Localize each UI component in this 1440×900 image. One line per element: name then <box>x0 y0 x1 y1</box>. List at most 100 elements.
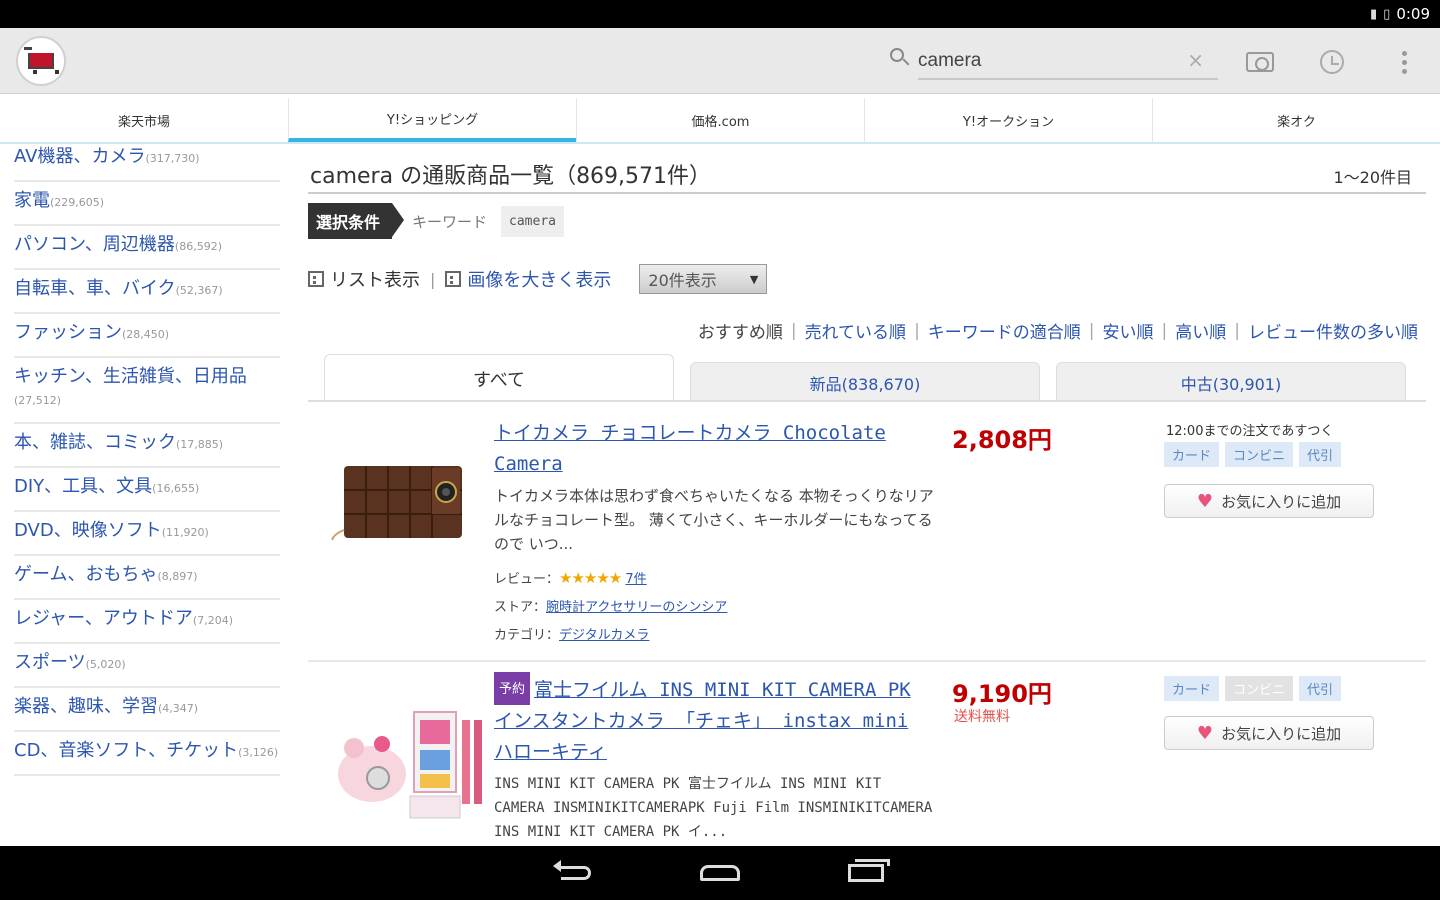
category-item[interactable]: パソコン、周辺機器(86,592) <box>14 226 280 270</box>
tab-all[interactable]: すべて <box>324 354 674 402</box>
tab-yahoo-auction[interactable]: Y!オークション <box>864 98 1152 142</box>
category-item[interactable]: DIY、工具、文具(16,655) <box>14 468 280 512</box>
page-title: camera の通販商品一覧（869,571件） <box>310 164 712 189</box>
product-category: カテゴリ：デジタルカメラ <box>494 628 650 643</box>
heart-icon: ♥ <box>1196 722 1214 744</box>
product-image[interactable] <box>326 422 486 592</box>
product-description: INS MINI KIT CAMERA PK 富士フイルム INS MINI K… <box>494 776 933 840</box>
star-rating-icon: ★★★★★ <box>559 569 622 587</box>
keyword-chip[interactable]: camera <box>501 205 564 237</box>
preorder-badge: 予約 <box>494 672 531 705</box>
recent-apps-button[interactable] <box>836 858 896 888</box>
sort-price-high[interactable]: 高い順 <box>1175 318 1226 343</box>
result-range: 1〜20件目 <box>1333 168 1412 187</box>
product-title-link[interactable]: 予約 富士フイルム INS MINI KIT CAMERA PK インスタントカメ… <box>494 672 934 768</box>
recent-apps-icon <box>848 859 890 882</box>
tab-new[interactable]: 新品(838,670) <box>690 362 1040 402</box>
camera-icon <box>1246 52 1274 72</box>
divider <box>308 400 1426 402</box>
shop-tabs: 楽天市場 Y!ショッピング 価格.com Y!オークション 楽オク <box>0 94 1440 144</box>
home-button[interactable] <box>690 858 750 888</box>
add-to-favorites-button[interactable]: ♥ お気に入りに追加 <box>1164 484 1374 518</box>
category-item[interactable]: 楽器、趣味、学習(4,347) <box>14 688 280 732</box>
category-item[interactable]: DVD、映像ソフト(11,920) <box>14 512 280 556</box>
store-link[interactable]: 腕時計アクセサリーのシンシア <box>546 600 727 615</box>
camera-search-button[interactable] <box>1240 42 1280 82</box>
product-title-link[interactable]: トイカメラ チョコレートカメラ Chocolate Camera <box>494 418 934 480</box>
sort-best-selling[interactable]: 売れている順 <box>805 318 907 343</box>
category-item[interactable]: AV機器、カメラ(317,730) <box>14 146 280 182</box>
list-view-icon <box>308 271 324 287</box>
search-underline <box>918 78 1218 80</box>
items-per-page-select[interactable]: 20件表示 ▼ <box>639 264 768 294</box>
product-price: 2,808円 <box>952 426 1052 454</box>
battery-icon: ▯ <box>1383 6 1391 22</box>
clear-icon[interactable]: × <box>1187 48 1204 72</box>
delivery-note: 12:00までの注文であすつく <box>1166 424 1334 439</box>
product-image[interactable] <box>326 676 486 846</box>
category-item[interactable]: ファッション(28,450) <box>14 314 280 358</box>
keyword-label: キーワード <box>412 212 488 231</box>
payment-convenience-badge: コンビニ <box>1225 442 1294 467</box>
product-row: トイカメラ チョコレートカメラ Chocolate Camera 2,808円 … <box>308 412 1426 662</box>
add-to-favorites-button[interactable]: ♥ お気に入りに追加 <box>1164 716 1374 750</box>
free-shipping-label: 送料無料 <box>954 709 1010 725</box>
product-store: ストア：腕時計アクセサリーのシンシア <box>494 600 728 615</box>
tab-rakuten[interactable]: 楽天市場 <box>0 98 288 142</box>
category-item[interactable]: ゲーム、おもちゃ(8,897) <box>14 556 280 600</box>
payment-card-badge: カード <box>1164 676 1220 701</box>
clock-icon <box>1320 50 1344 74</box>
results-header: camera の通販商品一覧（869,571件） 1〜20件目 <box>308 156 1426 194</box>
home-icon <box>700 865 740 881</box>
conditions-tag: 選択条件 <box>308 203 405 239</box>
category-item[interactable]: 本、雑誌、コミック(17,885) <box>14 424 280 468</box>
large-image-view-link[interactable]: 画像を大きく表示 <box>467 266 611 292</box>
payment-cod-badge: 代引 <box>1299 676 1342 701</box>
grid-view-icon <box>445 271 462 287</box>
list-view-option[interactable]: リスト表示 <box>330 266 420 292</box>
category-item[interactable]: キッチン、生活雑貨、日用品(27,512) <box>14 358 280 424</box>
category-sidebar: AV機器、カメラ(317,730) 家電(229,605) パソコン、周辺機器(… <box>0 146 290 846</box>
heart-icon: ♥ <box>1196 490 1214 512</box>
sort-price-low[interactable]: 安い順 <box>1103 318 1154 343</box>
system-nav-bar <box>0 846 1440 900</box>
signal-icon: ▮ <box>1370 6 1378 22</box>
search-icon <box>890 48 912 70</box>
payment-convenience-badge: コンビニ <box>1225 676 1294 701</box>
view-separator: | <box>430 269 436 289</box>
tab-used[interactable]: 中古(30,901) <box>1056 362 1406 402</box>
tab-yahoo-shopping[interactable]: Y!ショッピング <box>288 98 576 142</box>
payment-cod-badge: 代引 <box>1299 442 1342 467</box>
back-icon <box>553 860 591 880</box>
payment-card-badge: カード <box>1164 442 1220 467</box>
search-input[interactable] <box>918 46 1178 76</box>
history-button[interactable] <box>1312 42 1352 82</box>
category-item[interactable]: 自転車、車、バイク(52,367) <box>14 270 280 314</box>
sort-review-count[interactable]: レビュー件数の多い順 <box>1248 318 1418 343</box>
category-item[interactable]: 家電(229,605) <box>14 182 280 226</box>
shopping-cart-icon[interactable] <box>16 36 66 86</box>
category-item[interactable]: CD、音楽ソフト、チケット(3,126) <box>14 732 280 776</box>
payment-badges: カード コンビニ 代引 <box>1164 442 1342 467</box>
selected-conditions: 選択条件 キーワード camera <box>308 203 564 239</box>
category-item[interactable]: スポーツ(5,020) <box>14 644 280 688</box>
category-item[interactable]: レジャー、アウトドア(7,204) <box>14 600 280 644</box>
sort-options: おすすめ順 | 売れている順 | キーワードの適合順 | 安い順 | 高い順 |… <box>697 318 1418 344</box>
review-count-link[interactable]: 7件 <box>625 572 646 587</box>
product-review: レビュー：★★★★★ 7件 <box>494 569 647 587</box>
chevron-down-icon: ▼ <box>749 272 759 286</box>
product-description: トイカメラ本体は思わず食べちゃいたくなる 本物そっくりなリアルなチョコレート型。… <box>494 487 934 553</box>
back-button[interactable] <box>546 858 606 888</box>
tab-kakaku[interactable]: 価格.com <box>576 98 864 142</box>
tab-rakuoku[interactable]: 楽オク <box>1152 98 1440 142</box>
sort-recommended: おすすめ順 <box>697 323 783 343</box>
category-link[interactable]: デジタルカメラ <box>559 628 649 643</box>
search-box: × <box>884 42 1218 82</box>
product-price: 9,190円 <box>952 680 1052 708</box>
view-options: リスト表示 | 画像を大きく表示 20件表示 ▼ <box>308 264 768 294</box>
sort-keyword-match[interactable]: キーワードの適合順 <box>928 318 1081 343</box>
overflow-menu-button[interactable] <box>1384 42 1424 82</box>
status-time: 0:09 <box>1396 5 1430 23</box>
product-row: 予約 富士フイルム INS MINI KIT CAMERA PK インスタントカメ… <box>308 666 1426 846</box>
action-bar: × <box>0 28 1440 94</box>
